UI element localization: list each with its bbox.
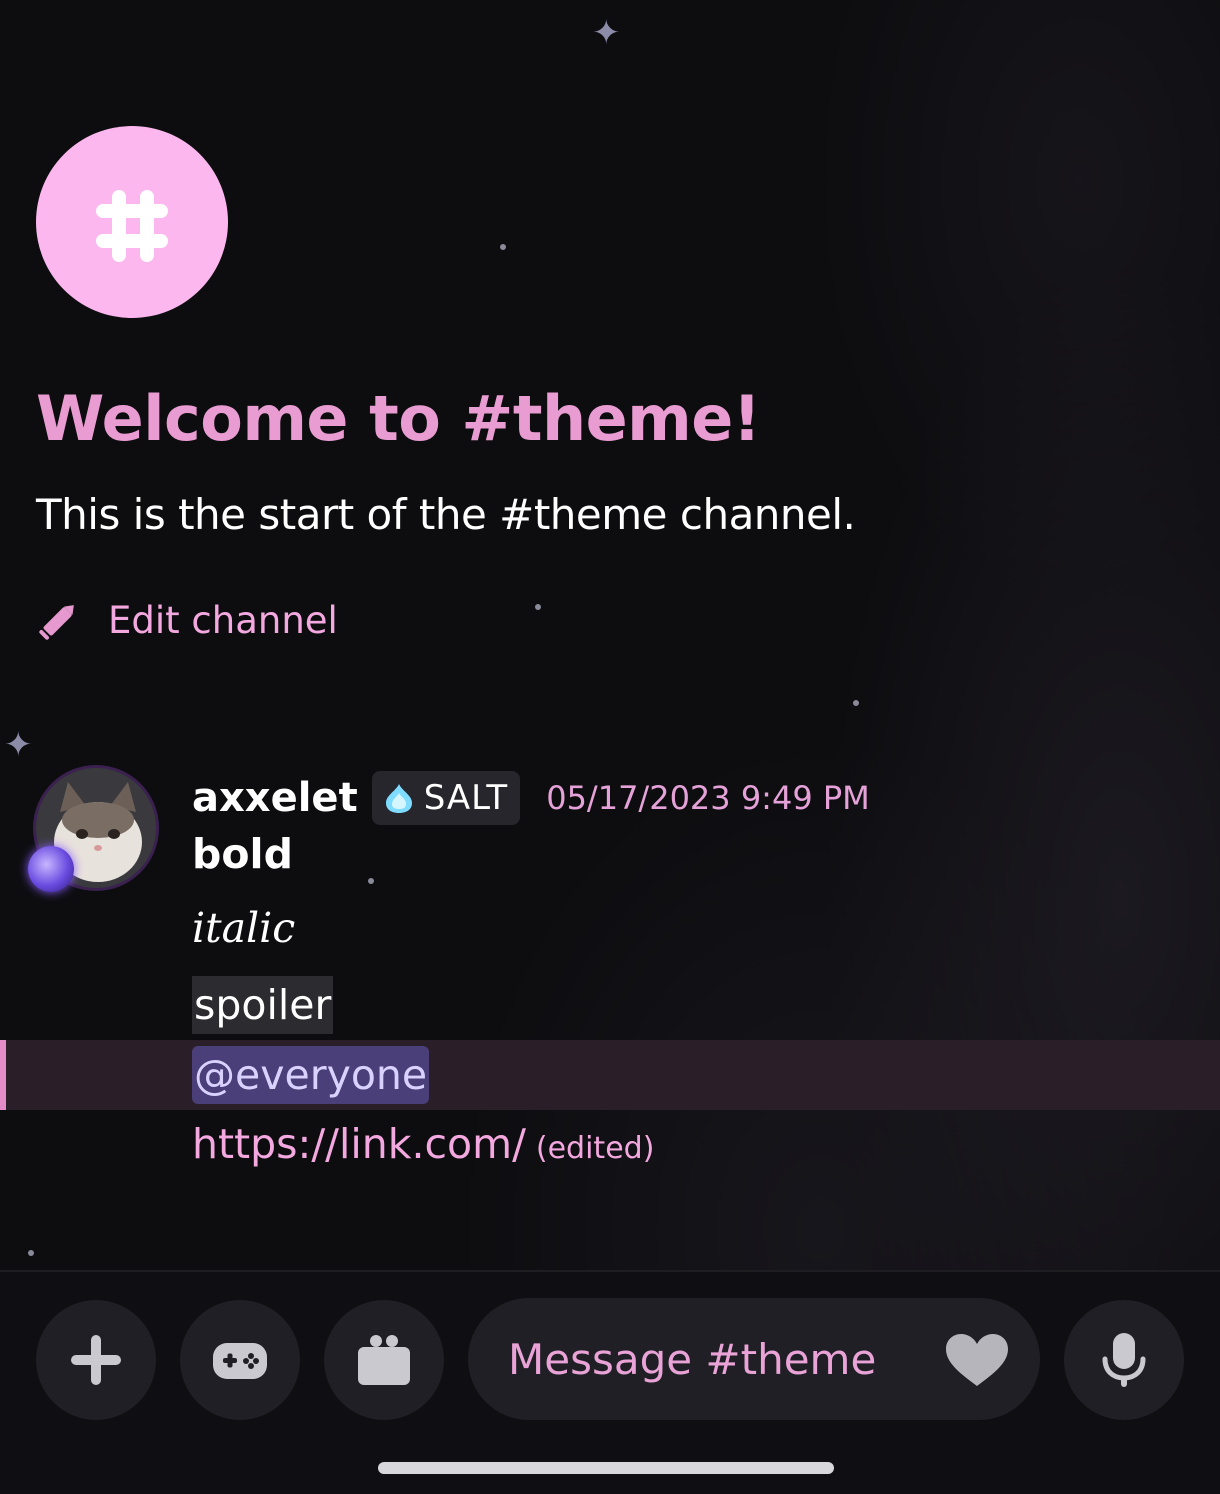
- message-line-bold: bold: [192, 830, 293, 878]
- avatar-decoration-orb: [28, 846, 74, 892]
- clan-icon: [385, 784, 412, 813]
- voice-message-button[interactable]: [1064, 1300, 1184, 1420]
- username[interactable]: axxelet: [192, 775, 358, 821]
- mention-everyone[interactable]: @everyone: [192, 1046, 430, 1104]
- pencil-icon: [39, 605, 74, 640]
- clan-name: SALT: [423, 778, 509, 818]
- gift-icon: [358, 1335, 410, 1385]
- edit-channel-label: Edit channel: [108, 598, 338, 642]
- message-line-link: https://link.com/ (edited): [192, 1120, 654, 1168]
- welcome-title: Welcome to #theme!: [36, 382, 761, 455]
- star-dot: [853, 700, 859, 706]
- add-attachment-button[interactable]: [36, 1300, 156, 1420]
- plus-icon: [71, 1335, 121, 1385]
- gamepad-icon: [213, 1343, 267, 1379]
- star-dot: [500, 244, 506, 250]
- edited-indicator: (edited): [535, 1131, 655, 1166]
- mention-highlight-row: [0, 1040, 1220, 1110]
- message-line-italic: italic: [192, 904, 296, 952]
- clan-tag[interactable]: SALT: [371, 771, 521, 825]
- star-dot: [28, 1250, 34, 1256]
- activities-button[interactable]: [180, 1300, 300, 1420]
- gift-button[interactable]: [324, 1300, 444, 1420]
- channel-icon: [36, 126, 228, 318]
- message-input-placeholder: Message #theme: [508, 1334, 877, 1384]
- sparkle-icon: ✦: [592, 13, 621, 53]
- edit-channel-button[interactable]: Edit channel: [36, 594, 338, 646]
- microphone-icon: [1102, 1333, 1146, 1387]
- message-link[interactable]: https://link.com/: [192, 1120, 526, 1168]
- star-dot: [368, 878, 374, 884]
- home-indicator[interactable]: [378, 1462, 834, 1474]
- welcome-subtitle: This is the start of the #theme channel.: [36, 490, 856, 539]
- hashtag-icon: [96, 190, 168, 262]
- message-header: axxelet SALT 05/17/2023 9:49 PM: [192, 770, 870, 826]
- spoiler-text[interactable]: spoiler: [192, 976, 334, 1034]
- star-dot: [535, 604, 541, 610]
- sparkle-icon: ✦: [4, 725, 33, 765]
- message-timestamp: 05/17/2023 9:49 PM: [546, 779, 870, 817]
- heart-icon[interactable]: [944, 1332, 1010, 1388]
- message-input[interactable]: Message #theme: [468, 1298, 1040, 1420]
